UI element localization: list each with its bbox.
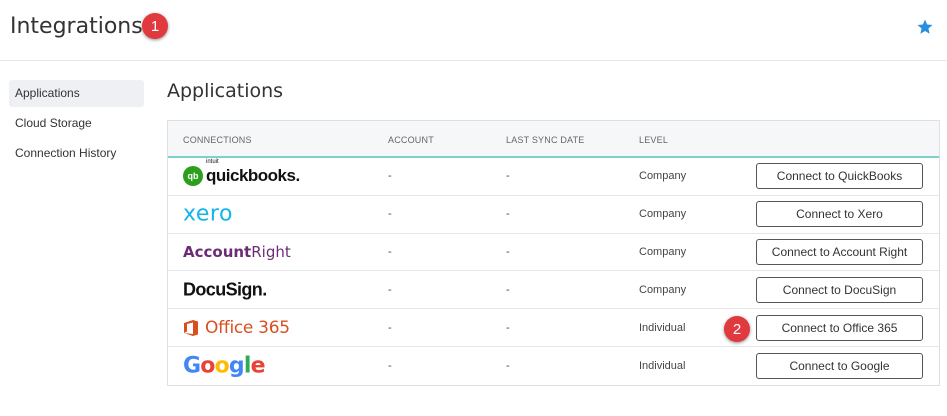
- last-sync-cell: -: [506, 359, 510, 372]
- page-header: Integrations 1: [0, 0, 947, 61]
- column-header-connections: CONNECTIONS: [183, 135, 252, 145]
- connect-quickbooks-button[interactable]: Connect to QuickBooks: [756, 163, 923, 190]
- level-cell: Company: [639, 170, 687, 183]
- google-letter: o: [214, 353, 230, 379]
- account-cell: -: [388, 321, 392, 334]
- table-row: AccountRight - - Company Connect to Acco…: [168, 234, 939, 272]
- sidebar-item-applications[interactable]: Applications: [9, 80, 144, 107]
- table-row: Google - - Individual Connect to Google: [168, 347, 939, 385]
- office-icon: [184, 319, 198, 336]
- level-cell: Individual: [639, 359, 686, 372]
- quickbooks-name: quickbooks.: [206, 166, 300, 186]
- accountright-logo: AccountRight: [183, 243, 291, 261]
- connect-xero-button[interactable]: Connect to Xero: [756, 201, 923, 228]
- integrations-table: CONNECTIONS ACCOUNT LAST SYNC DATE LEVEL…: [167, 120, 940, 386]
- level-cell: Company: [639, 283, 687, 296]
- intuit-text: intuit: [206, 159, 219, 166]
- account-cell: -: [388, 245, 392, 258]
- google-letter: e: [250, 353, 266, 379]
- google-letter: l: [243, 353, 252, 379]
- connect-docusign-button[interactable]: Connect to DocuSign: [756, 276, 923, 303]
- table-row: xero - - Company Connect to Xero: [168, 196, 939, 234]
- docusign-logo-text: DocuSign.: [183, 279, 267, 300]
- quickbooks-mark-icon: qb: [183, 166, 203, 187]
- docusign-logo: DocuSign.: [183, 279, 267, 300]
- google-letter: o: [200, 353, 215, 379]
- column-header-account: ACCOUNT: [388, 135, 434, 145]
- google-letter: G: [183, 353, 201, 379]
- xero-logo-text: xero: [183, 201, 233, 227]
- accountright-logo-text: AccountRight: [183, 243, 291, 261]
- section-title: Applications: [167, 80, 284, 102]
- account-cell: -: [388, 170, 392, 183]
- last-sync-cell: -: [506, 283, 510, 296]
- callout-badge-1: 1: [142, 13, 168, 39]
- google-letter: g: [228, 353, 245, 379]
- connect-accountright-button[interactable]: Connect to Account Right: [756, 238, 923, 265]
- column-header-level: LEVEL: [639, 135, 669, 145]
- google-logo-text: Google: [183, 353, 266, 379]
- account-cell: -: [388, 359, 392, 372]
- star-icon[interactable]: [916, 18, 934, 36]
- quickbooks-logo: qb intuit quickbooks.: [183, 159, 300, 187]
- last-sync-cell: -: [506, 170, 510, 183]
- table-header: CONNECTIONS ACCOUNT LAST SYNC DATE LEVEL: [168, 121, 939, 158]
- last-sync-cell: -: [506, 208, 510, 221]
- sidebar-nav: Applications Cloud Storage Connection Hi…: [9, 80, 144, 170]
- sidebar-item-connection-history[interactable]: Connection History: [9, 140, 144, 167]
- callout-badge-2: 2: [724, 316, 750, 342]
- column-header-last-sync-date: LAST SYNC DATE: [506, 135, 585, 145]
- last-sync-cell: -: [506, 321, 510, 334]
- accountright-logo-part1: Account: [183, 242, 252, 261]
- account-cell: -: [388, 283, 392, 296]
- google-logo: Google: [183, 353, 266, 379]
- office365-logo-text: Office 365: [205, 317, 290, 338]
- table-row: qb intuit quickbooks. - - Company Connec…: [168, 158, 939, 196]
- table-row: DocuSign. - - Company Connect to DocuSig…: [168, 271, 939, 310]
- connect-google-button[interactable]: Connect to Google: [756, 352, 923, 379]
- level-cell: Company: [639, 245, 687, 258]
- last-sync-cell: -: [506, 245, 510, 258]
- page-title: Integrations: [10, 14, 143, 39]
- quickbooks-logo-text: intuit quickbooks.: [206, 159, 300, 186]
- xero-logo: xero: [183, 202, 233, 227]
- sidebar-item-cloud-storage[interactable]: Cloud Storage: [9, 110, 144, 137]
- accountright-logo-part2: Right: [251, 242, 291, 261]
- table-row: Office 365 - - Individual Connect to Off…: [168, 309, 939, 347]
- office365-logo: Office 365: [183, 318, 290, 338]
- level-cell: Company: [639, 208, 687, 221]
- connect-office365-button[interactable]: Connect to Office 365: [756, 314, 923, 341]
- account-cell: -: [388, 208, 392, 221]
- level-cell: Individual: [639, 321, 686, 334]
